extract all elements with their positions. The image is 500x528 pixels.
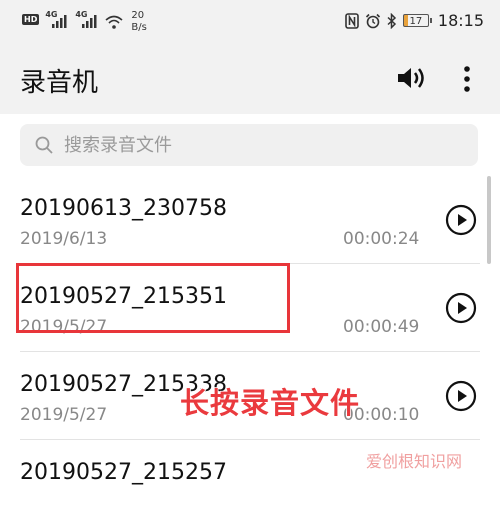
app-bar: 录音机 xyxy=(0,44,500,114)
play-icon[interactable] xyxy=(445,292,477,324)
network-speed-unit: B/s xyxy=(131,22,147,33)
recording-list: 20190613_230758 2019/6/13 00:00:24 20190… xyxy=(0,176,500,528)
status-bar: HD 4G 4G 20 B/s 17 18:15 xyxy=(0,0,500,44)
signal-1: 4G xyxy=(45,10,69,30)
status-left: HD 4G 4G 20 B/s xyxy=(22,10,147,34)
recording-duration: 00:00:24 xyxy=(343,229,420,249)
signal-bars-icon xyxy=(52,15,67,28)
search-icon xyxy=(35,136,53,154)
alarm-icon xyxy=(365,13,380,28)
recording-item[interactable]: 20190613_230758 2019/6/13 00:00:24 xyxy=(0,176,500,264)
bluetooth-icon xyxy=(387,12,396,29)
nfc-icon xyxy=(345,12,359,29)
signal-2: 4G xyxy=(75,10,99,30)
clock: 18:15 xyxy=(437,11,484,30)
network-speed-value: 20 xyxy=(131,10,145,21)
highlight-box xyxy=(16,263,290,333)
recording-duration: 00:00:49 xyxy=(343,317,420,337)
network-speed: 20 B/s xyxy=(131,10,146,34)
scrollbar[interactable] xyxy=(487,176,491,264)
play-icon[interactable] xyxy=(445,380,477,412)
hd-badge: HD xyxy=(22,14,40,25)
recording-name: 20190613_230758 xyxy=(20,196,227,221)
annotation-text: 长按录音文件 xyxy=(179,385,361,421)
recording-date: 2019/5/27 xyxy=(20,405,108,425)
speaker-icon[interactable] xyxy=(396,65,426,91)
page-title: 录音机 xyxy=(20,68,99,98)
wifi-icon xyxy=(105,15,123,29)
battery-indicator: 17 xyxy=(402,14,432,27)
more-vertical-icon[interactable] xyxy=(462,64,472,94)
search-input[interactable] xyxy=(64,124,464,166)
recording-name: 20190527_215257 xyxy=(20,460,227,485)
status-right: 17 18:15 xyxy=(345,11,484,30)
recording-date: 2019/6/13 xyxy=(20,229,108,249)
signal-bars-icon xyxy=(82,15,97,28)
play-icon[interactable] xyxy=(445,204,477,236)
search-bar[interactable] xyxy=(20,124,478,166)
watermark: 爱创根知识网 xyxy=(366,452,463,471)
